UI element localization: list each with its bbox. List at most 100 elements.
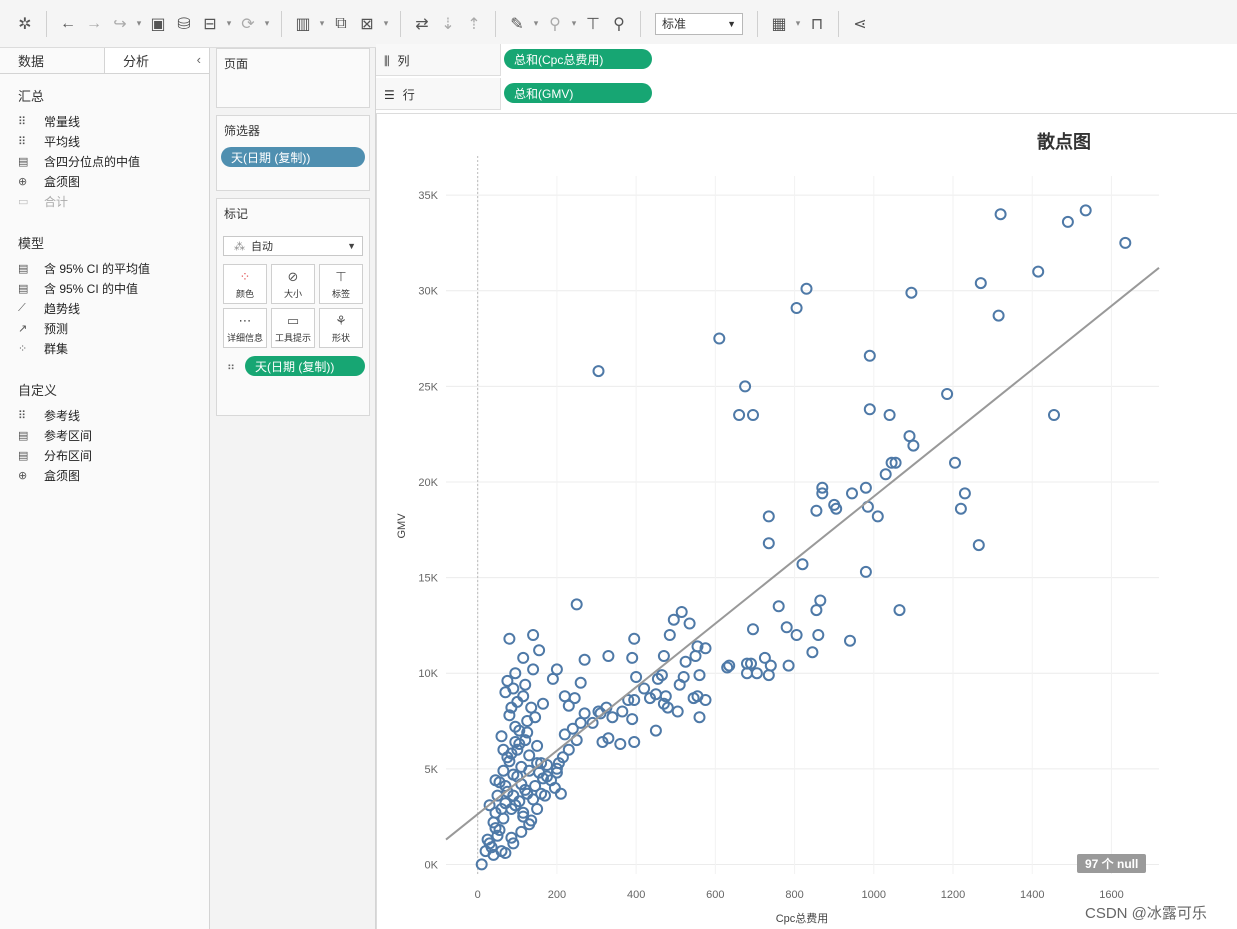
presentation-icon[interactable]: ⊓ (804, 11, 830, 37)
marks-button-label: 详细信息 (226, 332, 263, 343)
detail-icon: ⋯ (238, 312, 252, 328)
share-icon[interactable]: ⋖ (847, 11, 873, 37)
data-point (790, 302, 803, 314)
chevron-down-icon[interactable]: ▾ (261, 11, 273, 37)
scatter-chart[interactable]: 0K 5K 10K 15K 20K 25K 30K 35K 0 200 400 600 800 1000… (377, 114, 1237, 929)
analytics-item-average-line[interactable]: ⠿ 平均线 (0, 131, 209, 151)
sort-desc-icon[interactable]: ⇡ (461, 11, 487, 37)
columns-pill[interactable]: 总和(Cpc总费用) (504, 49, 652, 69)
duplicate-sheet-icon[interactable]: ⧉ (328, 11, 354, 37)
sort-asc-icon[interactable]: ⇣ (435, 11, 461, 37)
data-point (812, 629, 825, 641)
group-icon[interactable]: ⚲ (542, 11, 568, 37)
chart-area[interactable]: 散点图 0K 5K 10K 15K 20K 25K 30K 35K 0 200 400 600 800… (376, 113, 1237, 929)
data-point (994, 208, 1007, 221)
redo-icon[interactable]: ↪ (107, 11, 133, 37)
new-sheet-icon[interactable]: ▥ (290, 11, 316, 37)
tableau-logo-icon[interactable]: ✲ (12, 11, 38, 37)
highlight-icon[interactable]: ✎ (504, 11, 530, 37)
chevron-down-icon: ▼ (347, 241, 356, 251)
analytics-item-reference-band[interactable]: ▤ 参考区间 (0, 425, 209, 445)
marks-size-button[interactable]: ⊘ 大小 (271, 264, 315, 304)
null-values-badge[interactable]: 97 个 null (1077, 854, 1147, 873)
tooltip-icon: ▭ (286, 312, 300, 328)
fit-select-value: 标准 (662, 17, 687, 31)
analytics-item-totals: ▭ 合计 (0, 191, 209, 211)
reference-line-icon: ⠿ (18, 115, 27, 128)
data-point (606, 711, 619, 724)
marks-tooltip-button[interactable]: ▭ 工具提示 (271, 308, 315, 348)
data-point (525, 701, 538, 714)
data-point (558, 728, 571, 741)
reference-line-icon: ⠿ (18, 135, 27, 148)
chevron-down-icon[interactable]: ▾ (133, 11, 145, 37)
filter-pill[interactable]: 天(日期 (复制)) (221, 147, 365, 167)
analytics-item-reference-line[interactable]: ⠿ 参考线 (0, 405, 209, 425)
chevron-down-icon[interactable]: ▾ (223, 11, 235, 37)
marks-label-button[interactable]: ⊤ 标签 (319, 264, 363, 304)
analytics-item-median-ci[interactable]: ▤ 含 95% CI 的中值 (0, 278, 209, 298)
rows-shelf-label: ☰ 行 (384, 86, 415, 103)
save-icon[interactable]: ▣ (145, 11, 171, 37)
forward-icon[interactable]: → (81, 11, 107, 37)
fit-select[interactable]: 标准 ▼ (655, 12, 743, 35)
analytics-item-distribution-band[interactable]: ▤ 分布区间 (0, 445, 209, 465)
analytics-item-median-quartiles[interactable]: ▤ 含四分位点的中值 (0, 151, 209, 171)
back-icon[interactable]: ← (55, 11, 81, 37)
data-point (495, 730, 508, 743)
analytics-item-box-plot[interactable]: ⊕ 盒须图 (0, 171, 209, 191)
analytics-item-cluster[interactable]: ⁘ 群集 (0, 338, 209, 358)
detail-pill[interactable]: 天(日期 (复制)) (245, 356, 365, 376)
analytics-item-constant-line[interactable]: ⠿ 常量线 (0, 111, 209, 131)
y-tick-label: 20K (418, 477, 438, 489)
data-point (992, 309, 1005, 322)
pause-updates-icon[interactable]: ⊟ (197, 11, 223, 37)
rows-pill[interactable]: 总和(GMV) (504, 83, 652, 103)
tab-data[interactable]: 数据 (0, 48, 104, 73)
data-point (574, 716, 587, 729)
analytics-item-trend-line[interactable]: ⟋ 趋势线 (0, 298, 209, 318)
analytics-item-box-plot-custom[interactable]: ⊕ 盒须图 (0, 465, 209, 485)
x-axis-label: Cpc总费用 (776, 911, 829, 925)
tab-analytics[interactable]: 分析 ‹ (104, 48, 209, 73)
refresh-icon[interactable]: ⟳ (235, 11, 261, 37)
color-icon: ⁘ (239, 268, 251, 284)
band-icon: ▤ (18, 282, 29, 295)
new-datasource-icon[interactable]: ⛁ (171, 11, 197, 37)
data-point (1048, 409, 1060, 421)
data-point (859, 481, 872, 494)
data-point (602, 650, 615, 662)
y-axis-ticks: 0K 5K 10K 15K 20K 25K 30K 35K (418, 190, 438, 871)
band-icon: ▤ (18, 429, 29, 442)
chevron-down-icon[interactable]: ▾ (568, 11, 580, 37)
x-tick-label: 0 (475, 889, 481, 901)
y-tick-label: 0K (425, 859, 439, 871)
band-icon: ▤ (18, 449, 29, 462)
collapse-icon[interactable]: ‹ (197, 52, 201, 67)
data-point (628, 694, 641, 706)
marks-detail-button[interactable]: ⋯ 详细信息 (223, 308, 267, 348)
pin-icon[interactable]: ⚲ (606, 11, 632, 37)
marks-button-label: 标签 (331, 288, 350, 299)
data-point (1079, 204, 1092, 217)
data-point (531, 803, 544, 815)
marks-shape-button[interactable]: ⚘ 形状 (319, 308, 363, 348)
data-point (974, 277, 987, 290)
show-me-icon[interactable]: ▦ (766, 11, 792, 37)
mark-type-select[interactable]: ⁂ 自动 ▼ (223, 236, 363, 256)
chevron-down-icon[interactable]: ▾ (380, 11, 392, 37)
analytics-item-average-ci[interactable]: ▤ 含 95% CI 的平均值 (0, 258, 209, 278)
box-plot-icon: ⊕ (18, 469, 28, 482)
clear-sheet-icon[interactable]: ⊠ (354, 11, 380, 37)
filters-card[interactable]: 筛选器 天(日期 (复制)) (216, 115, 370, 191)
chevron-down-icon[interactable]: ▾ (530, 11, 542, 37)
label-icon[interactable]: ⊤ (580, 11, 606, 37)
marks-color-button[interactable]: ⁘ 颜色 (223, 264, 267, 304)
analytics-item-label: 平均线 (44, 134, 81, 149)
chevron-down-icon[interactable]: ▾ (792, 11, 804, 37)
data-point (905, 286, 918, 299)
analytics-item-forecast[interactable]: ↗ 预测 (0, 318, 209, 338)
pages-card[interactable]: 页面 (216, 48, 370, 108)
chevron-down-icon[interactable]: ▾ (316, 11, 328, 37)
swap-icon[interactable]: ⇄ (409, 11, 435, 37)
